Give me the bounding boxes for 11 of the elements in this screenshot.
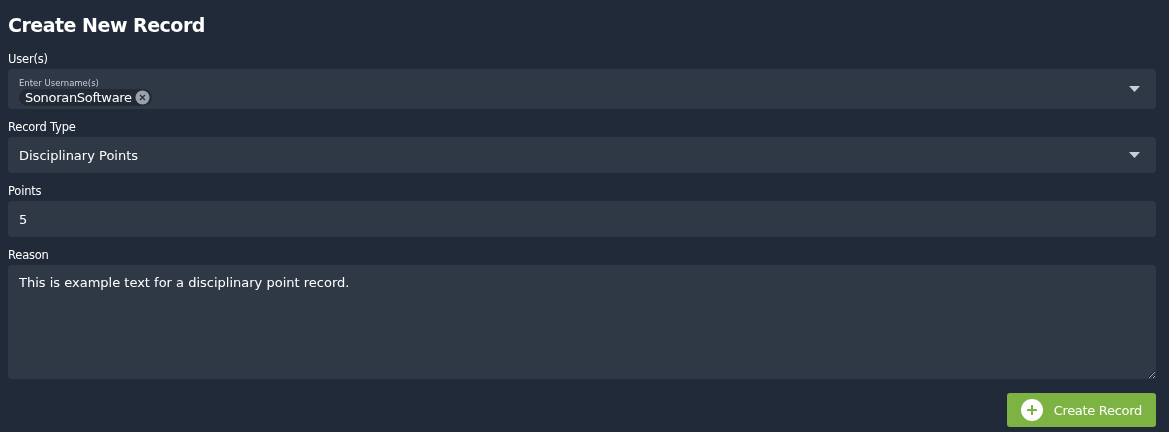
field-label: Record Type <box>8 120 76 134</box>
form-title: Create New Record <box>8 14 205 36</box>
floating-label: Enter Username(s) <box>19 78 99 87</box>
field-label: Points <box>8 184 42 198</box>
record-type-select[interactable]: Disciplinary Points <box>8 137 1156 173</box>
input-field[interactable]: 5 <box>8 201 1156 237</box>
field-label: User(s) <box>8 52 48 66</box>
users-field[interactable]: Enter Username(s) SonoranSoftware <box>8 69 1156 109</box>
field-label: Reason <box>8 248 49 262</box>
tag-text: SonoranSoftware <box>25 90 132 104</box>
reason-field[interactable]: This is example text for a disciplinary point record. <box>8 265 1156 379</box>
